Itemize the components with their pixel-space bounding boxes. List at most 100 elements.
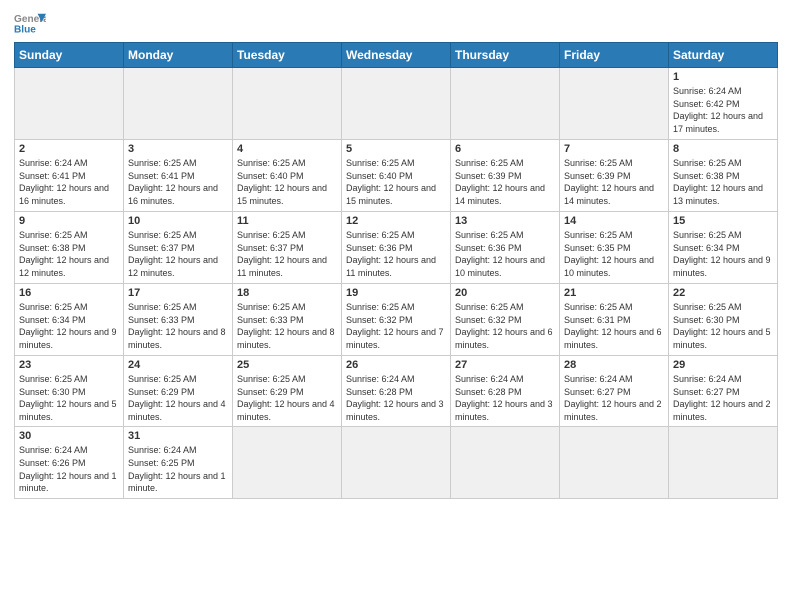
day-info-18: Sunrise: 6:25 AM Sunset: 6:33 PM Dayligh…	[237, 301, 337, 351]
day-number-20: 20	[455, 287, 555, 299]
day-info-4: Sunrise: 6:25 AM Sunset: 6:40 PM Dayligh…	[237, 157, 337, 207]
day-number-16: 16	[19, 287, 119, 299]
day-number-5: 5	[346, 143, 446, 155]
day-info-17: Sunrise: 6:25 AM Sunset: 6:33 PM Dayligh…	[128, 301, 228, 351]
weekday-header-friday: Friday	[560, 43, 669, 68]
day-cell-3: 3 Sunrise: 6:25 AM Sunset: 6:41 PM Daylig…	[124, 140, 233, 212]
day-cell-7: 7 Sunrise: 6:25 AM Sunset: 6:39 PM Daylig…	[560, 140, 669, 212]
calendar-row-4: 23Sunrise: 6:25 AM Sunset: 6:30 PM Dayli…	[15, 356, 778, 427]
day-cell-29: 29 Sunrise: 6:24 AM Sunset: 6:27 PM Dayli…	[669, 356, 778, 427]
day-info-15: Sunrise: 6:25 AM Sunset: 6:34 PM Dayligh…	[673, 229, 773, 279]
day-cell-11: 11Sunrise: 6:25 AM Sunset: 6:37 PM Dayli…	[233, 212, 342, 284]
day-info-31: Sunrise: 6:24 AM Sunset: 6:25 PM Dayligh…	[128, 444, 228, 494]
day-cell-26: 26 Sunrise: 6:24 AM Sunset: 6:28 PM Dayli…	[342, 356, 451, 427]
day-cell-28: 28Sunrise: 6:24 AM Sunset: 6:27 PM Dayli…	[560, 356, 669, 427]
day-cell-15: 15Sunrise: 6:25 AM Sunset: 6:34 PM Dayli…	[669, 212, 778, 284]
day-number-7: 7	[564, 143, 664, 155]
day-cell-19: 19Sunrise: 6:25 AM Sunset: 6:32 PM Dayli…	[342, 284, 451, 356]
weekday-header-sunday: Sunday	[15, 43, 124, 68]
empty-cell	[560, 68, 669, 140]
empty-cell	[233, 68, 342, 140]
day-info-14: Sunrise: 6:25 AM Sunset: 6:35 PM Dayligh…	[564, 229, 664, 279]
day-info-22: Sunrise: 6:25 AM Sunset: 6:30 PM Dayligh…	[673, 301, 773, 351]
day-info-24: Sunrise: 6:25 AM Sunset: 6:29 PM Dayligh…	[128, 373, 228, 423]
day-cell-30: 30 Sunrise: 6:24 AM Sunset: 6:26 PM Dayli…	[15, 427, 124, 499]
day-info-26: Sunrise: 6:24 AM Sunset: 6:28 PM Dayligh…	[346, 373, 446, 423]
day-number-1: 1	[673, 71, 773, 83]
calendar-row-0: 1 Sunrise: 6:24 AM Sunset: 6:42 PM Daylig…	[15, 68, 778, 140]
day-info-16: Sunrise: 6:25 AM Sunset: 6:34 PM Dayligh…	[19, 301, 119, 351]
day-cell-13: 13Sunrise: 6:25 AM Sunset: 6:36 PM Dayli…	[451, 212, 560, 284]
day-number-6: 6	[455, 143, 555, 155]
calendar-row-2: 9 Sunrise: 6:25 AM Sunset: 6:38 PM Daylig…	[15, 212, 778, 284]
day-info-6: Sunrise: 6:25 AM Sunset: 6:39 PM Dayligh…	[455, 157, 555, 207]
generalblue-logo-icon: General Blue	[14, 10, 46, 36]
day-info-20: Sunrise: 6:25 AM Sunset: 6:32 PM Dayligh…	[455, 301, 555, 351]
day-cell-21: 21Sunrise: 6:25 AM Sunset: 6:31 PM Dayli…	[560, 284, 669, 356]
day-info-8: Sunrise: 6:25 AM Sunset: 6:38 PM Dayligh…	[673, 157, 773, 207]
day-cell-27: 27Sunrise: 6:24 AM Sunset: 6:28 PM Dayli…	[451, 356, 560, 427]
weekday-header-thursday: Thursday	[451, 43, 560, 68]
day-cell-9: 9 Sunrise: 6:25 AM Sunset: 6:38 PM Daylig…	[15, 212, 124, 284]
empty-cell	[560, 427, 669, 499]
day-info-29: Sunrise: 6:24 AM Sunset: 6:27 PM Dayligh…	[673, 373, 773, 423]
day-number-28: 28	[564, 359, 664, 371]
day-number-26: 26	[346, 359, 446, 371]
header: General Blue	[14, 10, 778, 36]
calendar-row-1: 2 Sunrise: 6:24 AM Sunset: 6:41 PM Daylig…	[15, 140, 778, 212]
empty-cell	[451, 68, 560, 140]
day-cell-16: 16 Sunrise: 6:25 AM Sunset: 6:34 PM Dayli…	[15, 284, 124, 356]
day-number-29: 29	[673, 359, 773, 371]
day-info-12: Sunrise: 6:25 AM Sunset: 6:36 PM Dayligh…	[346, 229, 446, 279]
page: General Blue SundayMondayTuesdayWednesda…	[0, 0, 792, 612]
day-number-17: 17	[128, 287, 228, 299]
day-info-27: Sunrise: 6:24 AM Sunset: 6:28 PM Dayligh…	[455, 373, 555, 423]
day-info-3: Sunrise: 6:25 AM Sunset: 6:41 PM Dayligh…	[128, 157, 228, 207]
calendar-header-row: SundayMondayTuesdayWednesdayThursdayFrid…	[15, 43, 778, 68]
day-cell-10: 10Sunrise: 6:25 AM Sunset: 6:37 PM Dayli…	[124, 212, 233, 284]
weekday-header-wednesday: Wednesday	[342, 43, 451, 68]
day-cell-8: 8 Sunrise: 6:25 AM Sunset: 6:38 PM Daylig…	[669, 140, 778, 212]
day-number-30: 30	[19, 430, 119, 442]
day-cell-24: 24 Sunrise: 6:25 AM Sunset: 6:29 PM Dayli…	[124, 356, 233, 427]
day-number-24: 24	[128, 359, 228, 371]
day-number-18: 18	[237, 287, 337, 299]
day-cell-25: 25Sunrise: 6:25 AM Sunset: 6:29 PM Dayli…	[233, 356, 342, 427]
empty-cell	[124, 68, 233, 140]
weekday-header-saturday: Saturday	[669, 43, 778, 68]
logo: General Blue	[14, 10, 46, 36]
day-cell-2: 2 Sunrise: 6:24 AM Sunset: 6:41 PM Daylig…	[15, 140, 124, 212]
day-info-7: Sunrise: 6:25 AM Sunset: 6:39 PM Dayligh…	[564, 157, 664, 207]
day-info-5: Sunrise: 6:25 AM Sunset: 6:40 PM Dayligh…	[346, 157, 446, 207]
day-cell-1: 1 Sunrise: 6:24 AM Sunset: 6:42 PM Daylig…	[669, 68, 778, 140]
day-number-8: 8	[673, 143, 773, 155]
day-cell-12: 12Sunrise: 6:25 AM Sunset: 6:36 PM Dayli…	[342, 212, 451, 284]
calendar-row-5: 30 Sunrise: 6:24 AM Sunset: 6:26 PM Dayli…	[15, 427, 778, 499]
day-info-1: Sunrise: 6:24 AM Sunset: 6:42 PM Dayligh…	[673, 85, 773, 135]
empty-cell	[451, 427, 560, 499]
day-number-2: 2	[19, 143, 119, 155]
day-info-13: Sunrise: 6:25 AM Sunset: 6:36 PM Dayligh…	[455, 229, 555, 279]
day-number-19: 19	[346, 287, 446, 299]
day-number-22: 22	[673, 287, 773, 299]
day-info-30: Sunrise: 6:24 AM Sunset: 6:26 PM Dayligh…	[19, 444, 119, 494]
day-number-9: 9	[19, 215, 119, 227]
day-cell-6: 6 Sunrise: 6:25 AM Sunset: 6:39 PM Daylig…	[451, 140, 560, 212]
day-cell-17: 17 Sunrise: 6:25 AM Sunset: 6:33 PM Dayli…	[124, 284, 233, 356]
day-info-23: Sunrise: 6:25 AM Sunset: 6:30 PM Dayligh…	[19, 373, 119, 423]
day-number-14: 14	[564, 215, 664, 227]
calendar: SundayMondayTuesdayWednesdayThursdayFrid…	[14, 42, 778, 499]
day-info-21: Sunrise: 6:25 AM Sunset: 6:31 PM Dayligh…	[564, 301, 664, 351]
empty-cell	[342, 427, 451, 499]
empty-cell	[15, 68, 124, 140]
day-number-4: 4	[237, 143, 337, 155]
day-info-9: Sunrise: 6:25 AM Sunset: 6:38 PM Dayligh…	[19, 229, 119, 279]
day-info-2: Sunrise: 6:24 AM Sunset: 6:41 PM Dayligh…	[19, 157, 119, 207]
day-number-3: 3	[128, 143, 228, 155]
empty-cell	[233, 427, 342, 499]
day-number-31: 31	[128, 430, 228, 442]
day-cell-18: 18 Sunrise: 6:25 AM Sunset: 6:33 PM Dayli…	[233, 284, 342, 356]
calendar-row-3: 16 Sunrise: 6:25 AM Sunset: 6:34 PM Dayli…	[15, 284, 778, 356]
day-info-10: Sunrise: 6:25 AM Sunset: 6:37 PM Dayligh…	[128, 229, 228, 279]
empty-cell	[342, 68, 451, 140]
